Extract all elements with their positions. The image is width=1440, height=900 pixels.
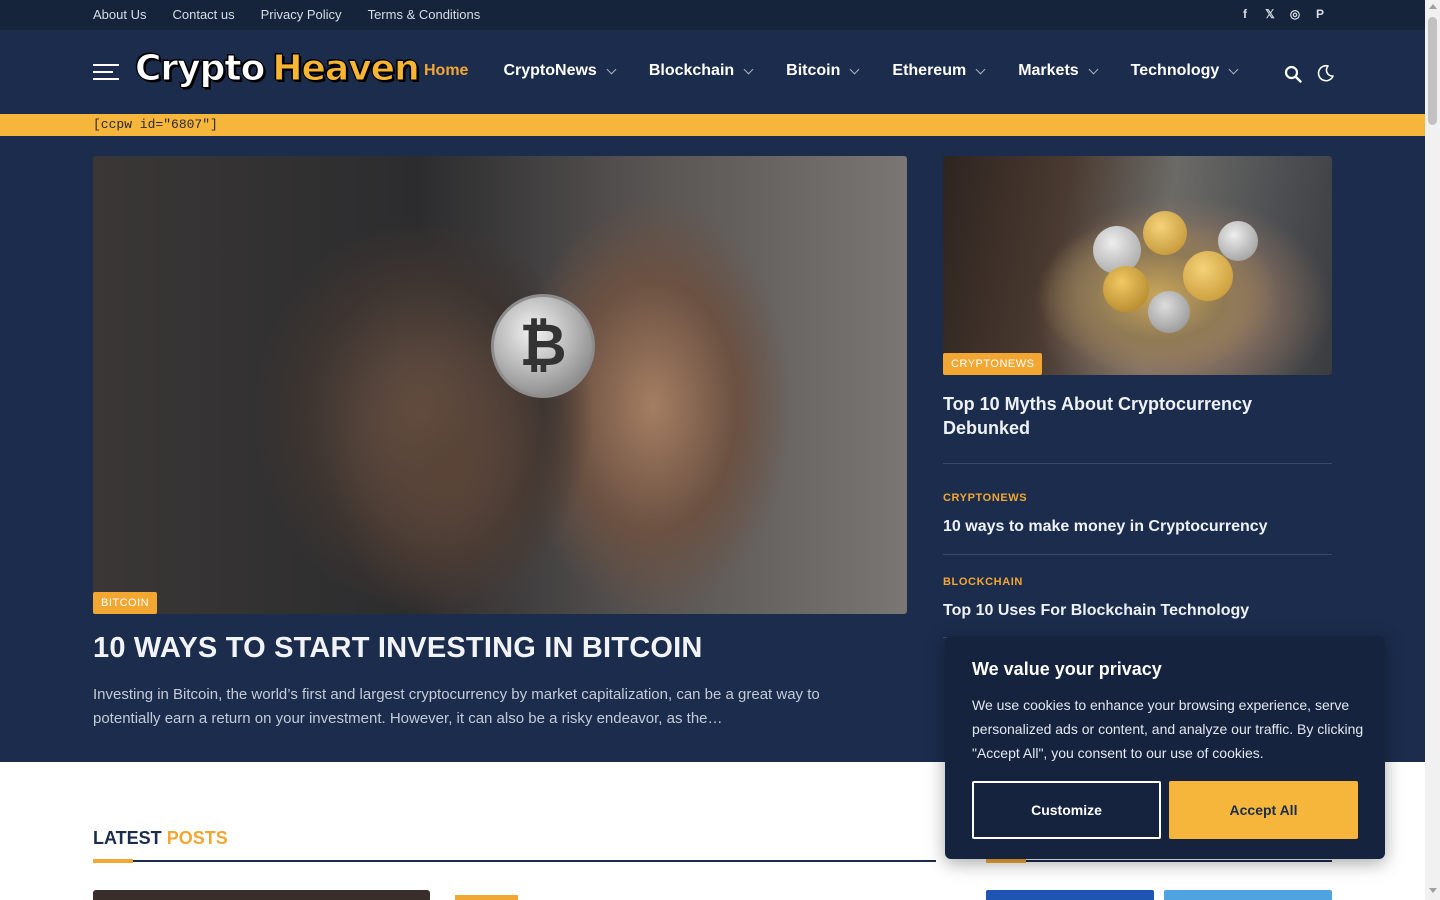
post-title[interactable]: Top 10 Uses For Blockchain Technology [943,602,1332,620]
logo-text-heaven: Heaven [272,48,420,90]
chevron-down-icon [849,64,860,74]
nav-technology[interactable]: Technology [1130,62,1239,80]
coin-icon [1143,211,1187,255]
twitter-follow-button[interactable] [1164,890,1332,900]
scroll-thumb[interactable] [1428,17,1437,125]
menu-icon[interactable] [93,64,119,80]
coin-icon [1218,221,1258,261]
top-links: About Us Contact us Privacy Policy Terms… [93,7,480,22]
logo-text-crypto: Crypto [134,48,265,90]
instagram-icon[interactable]: ◎ [1288,7,1302,21]
scrollbar[interactable] [1425,0,1440,900]
coin-icon [1103,266,1149,312]
accept-all-button[interactable]: Accept All [1169,781,1358,839]
nav-bitcoin[interactable]: Bitcoin [786,62,860,80]
latest-heading-part2: POSTS [166,828,228,848]
side-category-badge[interactable]: CRYPTONEWS [943,353,1043,375]
nav-home[interactable]: Home [424,62,468,80]
chevron-down-icon [606,64,617,74]
nav-blockchain[interactable]: Blockchain [648,62,754,80]
terms-conditions-link[interactable]: Terms & Conditions [368,7,481,22]
nav-cryptonews[interactable]: CryptoNews [503,62,617,80]
privacy-policy-link[interactable]: Privacy Policy [261,7,342,22]
bitcoin-coin-icon: ₿ [491,294,595,398]
hero-category-badge[interactable]: BITCOIN [93,592,158,614]
side-featured-image[interactable] [943,156,1332,375]
nav-ethereum[interactable]: Ethereum [892,62,986,80]
search-icon[interactable] [1284,65,1302,83]
section-underline-accent [93,859,133,863]
coin-icon [1183,251,1233,301]
nav-markets[interactable]: Markets [1018,62,1099,80]
about-us-link[interactable]: About Us [93,7,146,22]
ticker-shortcode: [ccpw id="6807"] [93,117,218,132]
contact-us-link[interactable]: Contact us [172,7,234,22]
post-thumbnail[interactable] [93,890,430,900]
social-links: f 𝕏 ◎ P [1238,7,1327,21]
chevron-down-icon [743,64,754,74]
cookie-text: We use cookies to enhance your browsing … [972,697,1364,761]
nav-markets-label: Markets [1018,62,1079,79]
hero-image[interactable]: ₿ [93,156,907,614]
nav-blockchain-label: Blockchain [648,62,735,79]
post-category[interactable]: BLOCKCHAIN [943,576,1023,588]
pinterest-icon[interactable]: P [1313,7,1327,21]
latest-posts-heading: LATEST POSTS [93,828,228,849]
facebook-icon[interactable]: f [1238,7,1252,21]
coin-icon [1148,291,1190,333]
hero-excerpt: Investing in Bitcoin, the world’s first … [93,686,820,727]
main-header: Crypto Heaven Home CryptoNews Blockchain… [0,30,1425,114]
post-category-badge[interactable] [455,895,518,900]
chevron-down-icon [975,64,986,74]
site-logo[interactable]: Crypto Heaven [134,48,420,94]
x-icon[interactable]: 𝕏 [1263,7,1277,21]
price-ticker-bar: [ccpw id="6807"] [0,114,1425,136]
sidebar-underline [986,860,1332,862]
nav-home-label: Home [424,62,469,79]
divider [943,463,1332,464]
cookie-title: We value your privacy [972,659,1162,679]
sidebar-underline-accent [986,859,1026,863]
chevron-down-icon [1088,64,1099,74]
top-bar: About Us Contact us Privacy Policy Terms… [0,0,1425,30]
dark-mode-icon[interactable] [1317,64,1335,82]
scroll-up-arrow-icon[interactable] [1429,4,1437,9]
main-nav: Home CryptoNews Blockchain Bitcoin Ether… [424,62,1271,80]
hero-title[interactable]: 10 WAYS TO START INVESTING IN BITCOIN [93,632,703,665]
section-underline [93,860,936,862]
customize-button[interactable]: Customize [972,781,1161,839]
nav-technology-label: Technology [1130,62,1220,79]
post-title[interactable]: 10 ways to make money in Cryptocurrency [943,518,1332,536]
chevron-down-icon [1228,64,1239,74]
post-category[interactable]: CRYPTONEWS [943,492,1027,504]
nav-bitcoin-label: Bitcoin [786,62,841,79]
side-featured-title[interactable]: Top 10 Myths About Cryptocurrency Debunk… [943,392,1332,440]
divider [943,554,1332,555]
facebook-follow-button[interactable] [986,890,1154,900]
nav-cryptonews-label: CryptoNews [503,62,597,79]
scroll-down-arrow-icon[interactable] [1429,888,1437,893]
nav-ethereum-label: Ethereum [892,62,967,79]
latest-heading-part1: LATEST [93,828,162,848]
cookie-consent-dialog: We value your privacy We use cookies to … [945,636,1385,859]
